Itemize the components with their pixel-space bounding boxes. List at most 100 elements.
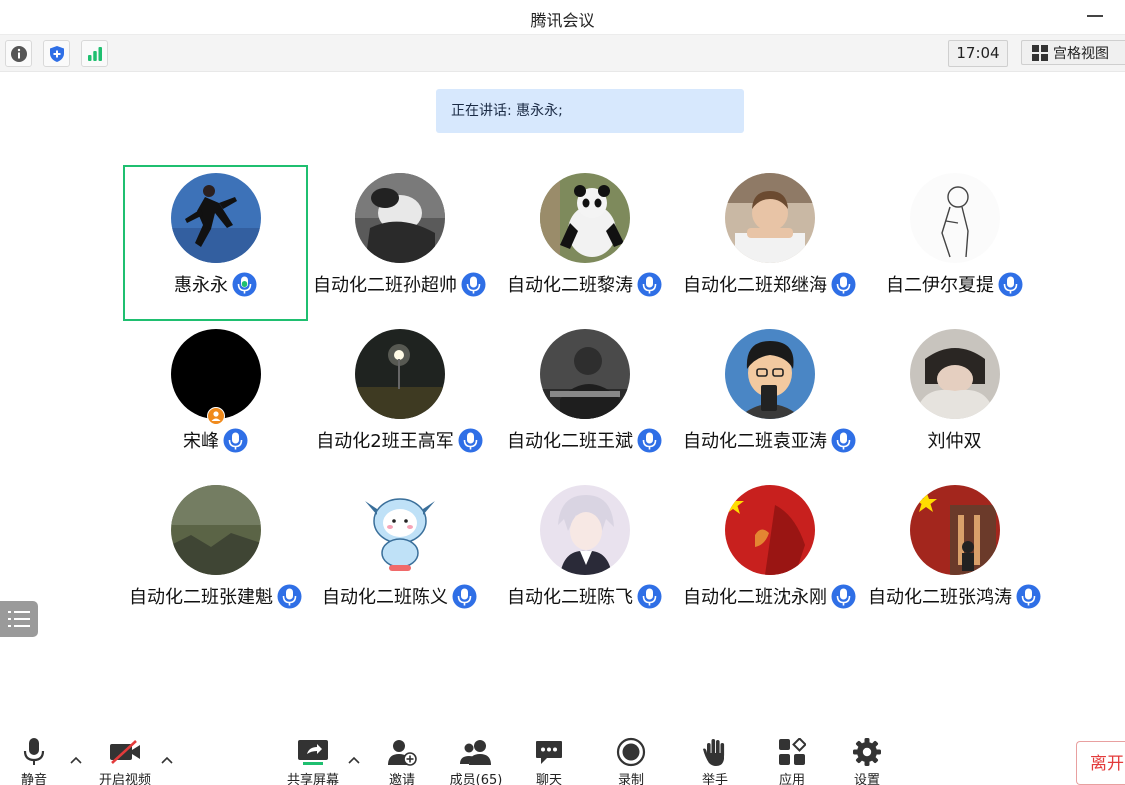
- signal-bars-icon: [87, 46, 102, 61]
- participant-tile[interactable]: 刘仲双: [862, 321, 1047, 477]
- add-person-icon: [388, 739, 417, 766]
- mute-button[interactable]: 静音: [0, 736, 74, 785]
- participant-tile[interactable]: 自动化2班王高军: [307, 321, 492, 477]
- participant-tile[interactable]: 自动化二班陈飞: [492, 477, 677, 633]
- title-bar: 腾讯会议: [0, 0, 1125, 35]
- host-badge-icon: [206, 407, 225, 425]
- minimize-button[interactable]: [1087, 15, 1103, 17]
- avatar: [724, 173, 815, 263]
- participant-name: 自动化二班孙超帅: [313, 275, 457, 296]
- share-screen-icon: [298, 739, 328, 765]
- participant-name: 自动化二班张建魁: [129, 587, 273, 608]
- participant-name: 宋峰: [183, 431, 219, 452]
- mic-icon[interactable]: [223, 428, 248, 453]
- record-button[interactable]: 录制: [591, 736, 671, 785]
- mute-label: 静音: [20, 773, 47, 785]
- participant-name: 自动化二班袁亚涛: [683, 431, 827, 452]
- participant-name: 惠永永: [174, 275, 228, 296]
- avatar: [539, 329, 630, 419]
- participant-tile[interactable]: 自动化二班王斌: [492, 321, 677, 477]
- meeting-info-button[interactable]: [5, 40, 32, 67]
- participant-tile[interactable]: 自动化二班黎涛: [492, 165, 677, 321]
- participant-list-toggle[interactable]: [0, 601, 38, 637]
- avatar: [170, 329, 261, 419]
- participant-name: 自动化二班陈义: [322, 587, 448, 608]
- invite-button[interactable]: 邀请: [362, 736, 442, 785]
- chat-button[interactable]: 聊天: [509, 736, 589, 785]
- raise-hand-label: 举手: [701, 773, 728, 785]
- avatar: [724, 485, 815, 575]
- participant-tile[interactable]: 自动化二班孙超帅: [307, 165, 492, 321]
- apps-icon: [779, 737, 806, 765]
- avatar: [354, 173, 445, 263]
- start-video-button[interactable]: 开启视频: [85, 736, 165, 785]
- avatar: [170, 485, 261, 575]
- raise-hand-button[interactable]: 举手: [675, 736, 755, 785]
- speaking-indicator: 正在讲话: 惠永永;: [436, 89, 744, 133]
- gear-icon: [853, 737, 881, 766]
- list-icon: [8, 611, 30, 627]
- participant-name: 自二伊尔夏提: [886, 275, 994, 296]
- grid-view-button[interactable]: 宫格视图: [1021, 40, 1125, 65]
- participant-tile[interactable]: 自二伊尔夏提: [862, 165, 1047, 321]
- apps-label: 应用: [778, 773, 805, 785]
- participant-name-row: 自动化二班张鸿涛: [832, 583, 1077, 609]
- share-options-caret-icon[interactable]: [347, 754, 361, 768]
- settings-label: 设置: [853, 773, 880, 785]
- participant-name: 自动化二班黎涛: [507, 275, 633, 296]
- record-icon: [616, 737, 646, 766]
- meeting-clock: 17:04: [948, 40, 1008, 67]
- microphone-icon: [23, 737, 45, 765]
- participant-name: 自动化2班王高军: [316, 431, 454, 452]
- mic-icon[interactable]: [1016, 584, 1041, 609]
- members-button[interactable]: 成员(65): [436, 736, 516, 785]
- participant-tile[interactable]: 自动化二班陈义: [307, 477, 492, 633]
- audio-options-caret-icon[interactable]: [69, 754, 83, 768]
- invite-label: 邀请: [388, 773, 415, 785]
- mic-icon[interactable]: [998, 272, 1023, 297]
- avatar: [909, 485, 1000, 575]
- chat-label: 聊天: [535, 773, 562, 785]
- avatar: [724, 329, 815, 419]
- video-options-caret-icon[interactable]: [160, 754, 174, 768]
- avatar: [539, 173, 630, 263]
- mic-speaking-icon[interactable]: [232, 272, 257, 297]
- participant-name: 自动化二班郑继海: [683, 275, 827, 296]
- grid-view-label: 宫格视图: [1053, 45, 1109, 62]
- grid-view-icon: [1032, 44, 1048, 61]
- participant-tile[interactable]: 自动化二班张鸿涛: [862, 477, 1047, 633]
- window-title: 腾讯会议: [530, 11, 595, 30]
- avatar: [909, 173, 1000, 263]
- info-bar: 17:04 宫格视图: [0, 35, 1125, 72]
- avatar: [170, 173, 261, 263]
- avatar: [539, 485, 630, 575]
- participant-name: 自动化二班陈飞: [507, 587, 633, 608]
- network-status-button[interactable]: [81, 40, 108, 67]
- participant-tile[interactable]: 自动化二班沈永刚: [677, 477, 862, 633]
- participant-name: 自动化二班王斌: [507, 431, 633, 452]
- participant-tile[interactable]: 自动化二班袁亚涛: [677, 321, 862, 477]
- share-screen-button[interactable]: 共享屏幕: [273, 736, 353, 785]
- participant-tile[interactable]: 自动化二班张建魁: [123, 477, 308, 633]
- participant-name: 自动化二班沈永刚: [683, 587, 827, 608]
- members-label: 成员(65): [449, 773, 503, 785]
- security-button[interactable]: [43, 40, 70, 67]
- meeting-window: 腾讯会议 17:04 宫格视图 正在讲话: 惠永永; 惠永永 自动化二班孙超帅 …: [0, 0, 1125, 785]
- apps-button[interactable]: 应用: [752, 736, 832, 785]
- members-icon: [460, 739, 491, 765]
- info-icon: [10, 45, 27, 62]
- record-label: 录制: [617, 773, 644, 785]
- chat-icon: [536, 740, 562, 764]
- participant-tile[interactable]: 惠永永: [123, 165, 308, 321]
- participant-name-row: 自二伊尔夏提: [832, 271, 1077, 297]
- start-video-label: 开启视频: [98, 773, 151, 785]
- raise-hand-icon: [703, 738, 725, 766]
- leave-meeting-button[interactable]: 离开: [1076, 741, 1125, 785]
- participant-name: 自动化二班张鸿涛: [868, 587, 1012, 608]
- participant-tile[interactable]: 自动化二班郑继海: [677, 165, 862, 321]
- avatar: [909, 329, 1000, 419]
- participant-tile[interactable]: 宋峰: [123, 321, 308, 477]
- shield-icon: [49, 45, 64, 62]
- settings-button[interactable]: 设置: [827, 736, 907, 785]
- avatar: [354, 329, 445, 419]
